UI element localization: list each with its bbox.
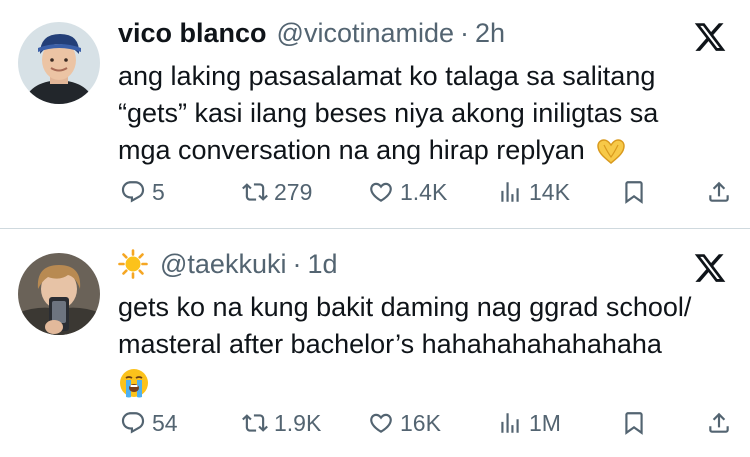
tweet-text-line: mga conversation na ang hirap replyan [118,132,738,169]
tweet-text-line: ang laking pasasalamat ko talaga sa sali… [118,61,656,91]
repost-button[interactable]: 1.9K [242,407,321,439]
avatar[interactable] [18,253,100,335]
reply-button[interactable]: 5 [120,176,165,208]
x-logo-icon [694,23,726,51]
views-icon [501,413,519,433]
like-button[interactable]: 1.4K [368,176,447,208]
repost-icon [242,414,268,432]
view-count: 1M [529,409,561,436]
share-button[interactable] [706,176,738,208]
heart-hands-emoji-icon [597,139,625,164]
user-handle[interactable]: @vicotinamide [277,18,454,49]
like-icon [370,182,392,202]
like-count: 16K [400,409,441,436]
share-icon [709,412,729,433]
action-bar: 54 1.9K 16K 1M [0,407,750,439]
repost-count: 279 [274,178,313,205]
repost-icon [242,183,268,201]
reply-icon [121,181,145,203]
tweet[interactable]: vico blanco @vicotinamide · 2h ang lakin… [0,0,750,228]
view-count: 14K [529,178,570,205]
separator-dot: · [292,248,302,279]
like-count: 1.4K [400,178,448,205]
reply-count: 5 [152,178,165,205]
bookmark-button[interactable] [621,407,653,439]
timestamp[interactable]: 2h [475,18,505,49]
reply-count: 54 [152,409,178,436]
reply-icon [121,412,145,434]
tweet-text: ang laking pasasalamat ko talaga sa sali… [118,58,738,169]
views-icon [501,182,519,202]
loudly-crying-face-emoji-icon [120,369,148,398]
repost-count: 1.9K [274,409,322,436]
like-icon [370,413,392,433]
tweet-emoji-line [118,363,738,409]
tweet-text: gets ko na kung bakit daming nag ggrad s… [118,289,738,409]
avatar[interactable] [18,22,100,104]
separator-dot: · [460,17,470,48]
tweet-header: @taekkuki · 1d [118,246,338,282]
tweet[interactable]: @taekkuki · 1d gets ko na kung bakit dam… [0,229,750,457]
display-name[interactable]: vico blanco [118,18,267,49]
views-button[interactable]: 14K [497,176,570,208]
tweet-text-line: masteral after bachelor’s hahahahahahaha… [118,329,662,359]
sun-emoji-icon[interactable] [118,249,148,279]
user-handle[interactable]: @taekkuki [160,249,286,280]
tweet-text-line: “gets” kasi ilang beses niya akong inili… [118,98,659,128]
timestamp[interactable]: 1d [307,249,337,280]
share-icon [709,181,729,202]
reply-button[interactable]: 54 [120,407,178,439]
bookmark-button[interactable] [621,176,653,208]
views-button[interactable]: 1M [497,407,561,439]
tweet-header: vico blanco @vicotinamide · 2h [118,15,505,51]
repost-button[interactable]: 279 [242,176,312,208]
like-button[interactable]: 16K [368,407,441,439]
bookmark-icon [625,412,643,435]
bookmark-icon [625,181,643,204]
action-bar: 5 279 1.4K 14K [0,176,750,208]
tweet-text-line: gets ko na kung bakit daming nag ggrad s… [118,292,692,322]
x-logo-icon [694,254,726,282]
share-button[interactable] [706,407,738,439]
